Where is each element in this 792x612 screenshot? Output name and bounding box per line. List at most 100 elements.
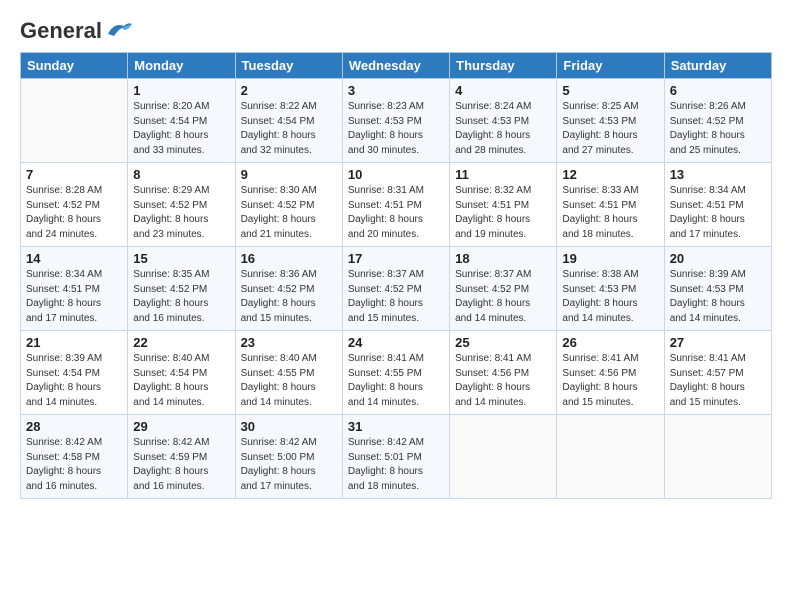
calendar-cell: 7Sunrise: 8:28 AMSunset: 4:52 PMDaylight… [21,163,128,247]
sunset-text: Sunset: 4:53 PM [562,115,658,130]
calendar-cell: 16Sunrise: 8:36 AMSunset: 4:52 PMDayligh… [235,247,342,331]
day-detail: Sunrise: 8:34 AMSunset: 4:51 PMDaylight:… [26,268,122,326]
day-detail: Sunrise: 8:33 AMSunset: 4:51 PMDaylight:… [562,184,658,242]
sunset-text: Sunset: 4:52 PM [348,283,444,298]
sunset-text: Sunset: 4:52 PM [670,115,766,130]
day-detail: Sunrise: 8:20 AMSunset: 4:54 PMDaylight:… [133,100,229,158]
sunset-text: Sunset: 4:54 PM [133,367,229,382]
sunrise-text: Sunrise: 8:34 AM [670,184,766,199]
day-number: 27 [670,335,766,350]
sunrise-text: Sunrise: 8:30 AM [241,184,337,199]
calendar-cell [21,79,128,163]
day-detail: Sunrise: 8:29 AMSunset: 4:52 PMDaylight:… [133,184,229,242]
day-number: 11 [455,167,551,182]
sunrise-text: Sunrise: 8:25 AM [562,100,658,115]
calendar-cell: 15Sunrise: 8:35 AMSunset: 4:52 PMDayligh… [128,247,235,331]
sunrise-text: Sunrise: 8:39 AM [26,352,122,367]
daylight-text: Daylight: 8 hours [348,213,444,228]
sunset-text: Sunset: 5:01 PM [348,451,444,466]
sunset-text: Sunset: 4:53 PM [562,283,658,298]
daylight-text-cont: and 14 minutes. [455,396,551,411]
calendar-cell: 1Sunrise: 8:20 AMSunset: 4:54 PMDaylight… [128,79,235,163]
daylight-text: Daylight: 8 hours [562,213,658,228]
sunrise-text: Sunrise: 8:36 AM [241,268,337,283]
daylight-text-cont: and 15 minutes. [670,396,766,411]
sunset-text: Sunset: 4:52 PM [26,199,122,214]
sunrise-text: Sunrise: 8:41 AM [348,352,444,367]
daylight-text-cont: and 15 minutes. [562,396,658,411]
sunset-text: Sunset: 4:53 PM [348,115,444,130]
daylight-text-cont: and 16 minutes. [133,312,229,327]
sunrise-text: Sunrise: 8:42 AM [26,436,122,451]
sunset-text: Sunset: 4:55 PM [241,367,337,382]
daylight-text-cont: and 21 minutes. [241,228,337,243]
day-number: 19 [562,251,658,266]
day-header-sunday: Sunday [21,53,128,79]
week-row-4: 21Sunrise: 8:39 AMSunset: 4:54 PMDayligh… [21,331,772,415]
calendar-cell: 29Sunrise: 8:42 AMSunset: 4:59 PMDayligh… [128,415,235,499]
calendar-cell: 13Sunrise: 8:34 AMSunset: 4:51 PMDayligh… [664,163,771,247]
sunset-text: Sunset: 4:52 PM [133,283,229,298]
sunset-text: Sunset: 4:51 PM [562,199,658,214]
sunset-text: Sunset: 4:53 PM [455,115,551,130]
daylight-text-cont: and 16 minutes. [26,480,122,495]
day-detail: Sunrise: 8:34 AMSunset: 4:51 PMDaylight:… [670,184,766,242]
sunrise-text: Sunrise: 8:34 AM [26,268,122,283]
daylight-text: Daylight: 8 hours [133,297,229,312]
calendar-header: SundayMondayTuesdayWednesdayThursdayFrid… [21,53,772,79]
daylight-text-cont: and 28 minutes. [455,144,551,159]
day-number: 25 [455,335,551,350]
daylight-text: Daylight: 8 hours [26,465,122,480]
day-number: 5 [562,83,658,98]
calendar-cell: 6Sunrise: 8:26 AMSunset: 4:52 PMDaylight… [664,79,771,163]
day-detail: Sunrise: 8:24 AMSunset: 4:53 PMDaylight:… [455,100,551,158]
header: General [20,18,772,42]
calendar-cell: 26Sunrise: 8:41 AMSunset: 4:56 PMDayligh… [557,331,664,415]
calendar-cell: 21Sunrise: 8:39 AMSunset: 4:54 PMDayligh… [21,331,128,415]
sunrise-text: Sunrise: 8:31 AM [348,184,444,199]
day-number: 10 [348,167,444,182]
sunset-text: Sunset: 4:52 PM [241,199,337,214]
calendar-cell: 19 Sunrise: 8:38 AMSunset: 4:53 PMDayligh… [557,247,664,331]
sunset-text: Sunset: 4:56 PM [455,367,551,382]
sunrise-text: Sunrise: 8:35 AM [133,268,229,283]
sunrise-text: Sunrise: 8:37 AM [455,268,551,283]
sunset-text: Sunset: 4:52 PM [455,283,551,298]
calendar-body: 1Sunrise: 8:20 AMSunset: 4:54 PMDaylight… [21,79,772,499]
day-number: 18 [455,251,551,266]
sunrise-text: Sunrise: 8:42 AM [348,436,444,451]
daylight-text-cont: and 27 minutes. [562,144,658,159]
day-headers-row: SundayMondayTuesdayWednesdayThursdayFrid… [21,53,772,79]
sunset-text: Sunset: 4:51 PM [455,199,551,214]
logo: General [20,18,134,42]
day-detail: Sunrise: 8:30 AMSunset: 4:52 PMDaylight:… [241,184,337,242]
day-number: 28 [26,419,122,434]
sunrise-text: Sunrise: 8:23 AM [348,100,444,115]
day-header-saturday: Saturday [664,53,771,79]
daylight-text-cont: and 16 minutes. [133,480,229,495]
sunrise-text: Sunrise: 8:40 AM [241,352,337,367]
daylight-text-cont: and 17 minutes. [670,228,766,243]
daylight-text-cont: and 14 minutes. [133,396,229,411]
daylight-text: Daylight: 8 hours [26,297,122,312]
sunrise-text: Sunrise: 8:38 AM [562,268,658,283]
logo-general-text: General [20,18,102,44]
day-detail: Sunrise: 8:41 AMSunset: 4:55 PMDaylight:… [348,352,444,410]
daylight-text: Daylight: 8 hours [670,129,766,144]
sunrise-text: Sunrise: 8:22 AM [241,100,337,115]
sunrise-text: Sunrise: 8:37 AM [348,268,444,283]
day-number: 8 [133,167,229,182]
calendar-cell: 28Sunrise: 8:42 AMSunset: 4:58 PMDayligh… [21,415,128,499]
day-detail: Sunrise: 8:42 AMSunset: 5:00 PMDaylight:… [241,436,337,494]
daylight-text-cont: and 15 minutes. [348,312,444,327]
calendar-cell: 27Sunrise: 8:41 AMSunset: 4:57 PMDayligh… [664,331,771,415]
calendar-cell: 24Sunrise: 8:41 AMSunset: 4:55 PMDayligh… [342,331,449,415]
day-detail: Sunrise: 8:39 AMSunset: 4:54 PMDaylight:… [26,352,122,410]
daylight-text: Daylight: 8 hours [241,297,337,312]
sunrise-text: Sunrise: 8:32 AM [455,184,551,199]
sunset-text: Sunset: 4:52 PM [241,283,337,298]
day-number: 9 [241,167,337,182]
day-detail: Sunrise: 8:38 AMSunset: 4:53 PMDaylight:… [562,268,658,326]
day-number: 12 [562,167,658,182]
week-row-3: 14Sunrise: 8:34 AMSunset: 4:51 PMDayligh… [21,247,772,331]
